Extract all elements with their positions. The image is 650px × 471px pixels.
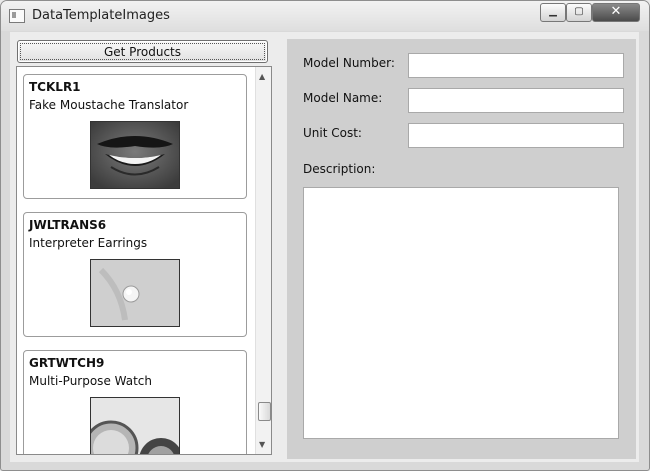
product-card[interactable]: JWLTRANS6 Interpreter Earrings <box>23 212 247 337</box>
scroll-down-arrow-icon[interactable]: ▼ <box>259 440 265 449</box>
product-model-name: Multi-Purpose Watch <box>29 374 152 388</box>
model-name-label: Model Name: <box>303 91 383 105</box>
client-area: Get Products TCKLR1 Fake Moustache Trans… <box>10 32 639 462</box>
product-model-name: Fake Moustache Translator <box>29 98 189 112</box>
earlobe-with-pearl-earring-photo <box>90 259 180 327</box>
list-scrollbar[interactable]: ▲ ▼ <box>255 67 271 454</box>
product-card[interactable]: TCKLR1 Fake Moustache Translator <box>23 74 247 199</box>
model-number-field[interactable] <box>408 53 624 78</box>
description-textarea[interactable] <box>303 187 619 439</box>
scrollbar-thumb[interactable] <box>258 402 271 421</box>
model-number-label: Model Number: <box>303 56 395 70</box>
product-model-number: GRTWTCH9 <box>29 356 105 370</box>
product-model-number: TCKLR1 <box>29 80 81 94</box>
smiling-mouth-photo <box>90 121 180 189</box>
product-model-number: JWLTRANS6 <box>29 218 107 232</box>
window-app-icon <box>9 9 25 23</box>
maximize-button[interactable]: ▢ <box>566 3 592 22</box>
model-name-field[interactable] <box>408 88 624 113</box>
product-details-panel: Model Number: Model Name: Unit Cost: Des… <box>287 39 636 459</box>
unit-cost-label: Unit Cost: <box>303 126 362 140</box>
minimize-button[interactable]: ▁ <box>540 3 566 22</box>
get-products-button[interactable]: Get Products <box>17 40 268 63</box>
close-button[interactable]: ✕ <box>592 3 640 22</box>
unit-cost-field[interactable] <box>408 123 624 148</box>
scroll-up-arrow-icon[interactable]: ▲ <box>259 72 265 81</box>
title-bar[interactable]: DataTemplateImages ▁ ▢ ✕ <box>1 1 649 31</box>
product-model-name: Interpreter Earrings <box>29 236 148 250</box>
app-window: DataTemplateImages ▁ ▢ ✕ Get Products TC… <box>0 0 650 471</box>
watch-photo <box>90 397 180 454</box>
description-label: Description: <box>303 162 376 176</box>
window-title: DataTemplateImages <box>32 8 170 23</box>
product-card[interactable]: GRTWTCH9 Multi-Purpose Watch <box>23 350 247 454</box>
product-list[interactable]: TCKLR1 Fake Moustache Translator JWLTRAN… <box>16 66 272 455</box>
